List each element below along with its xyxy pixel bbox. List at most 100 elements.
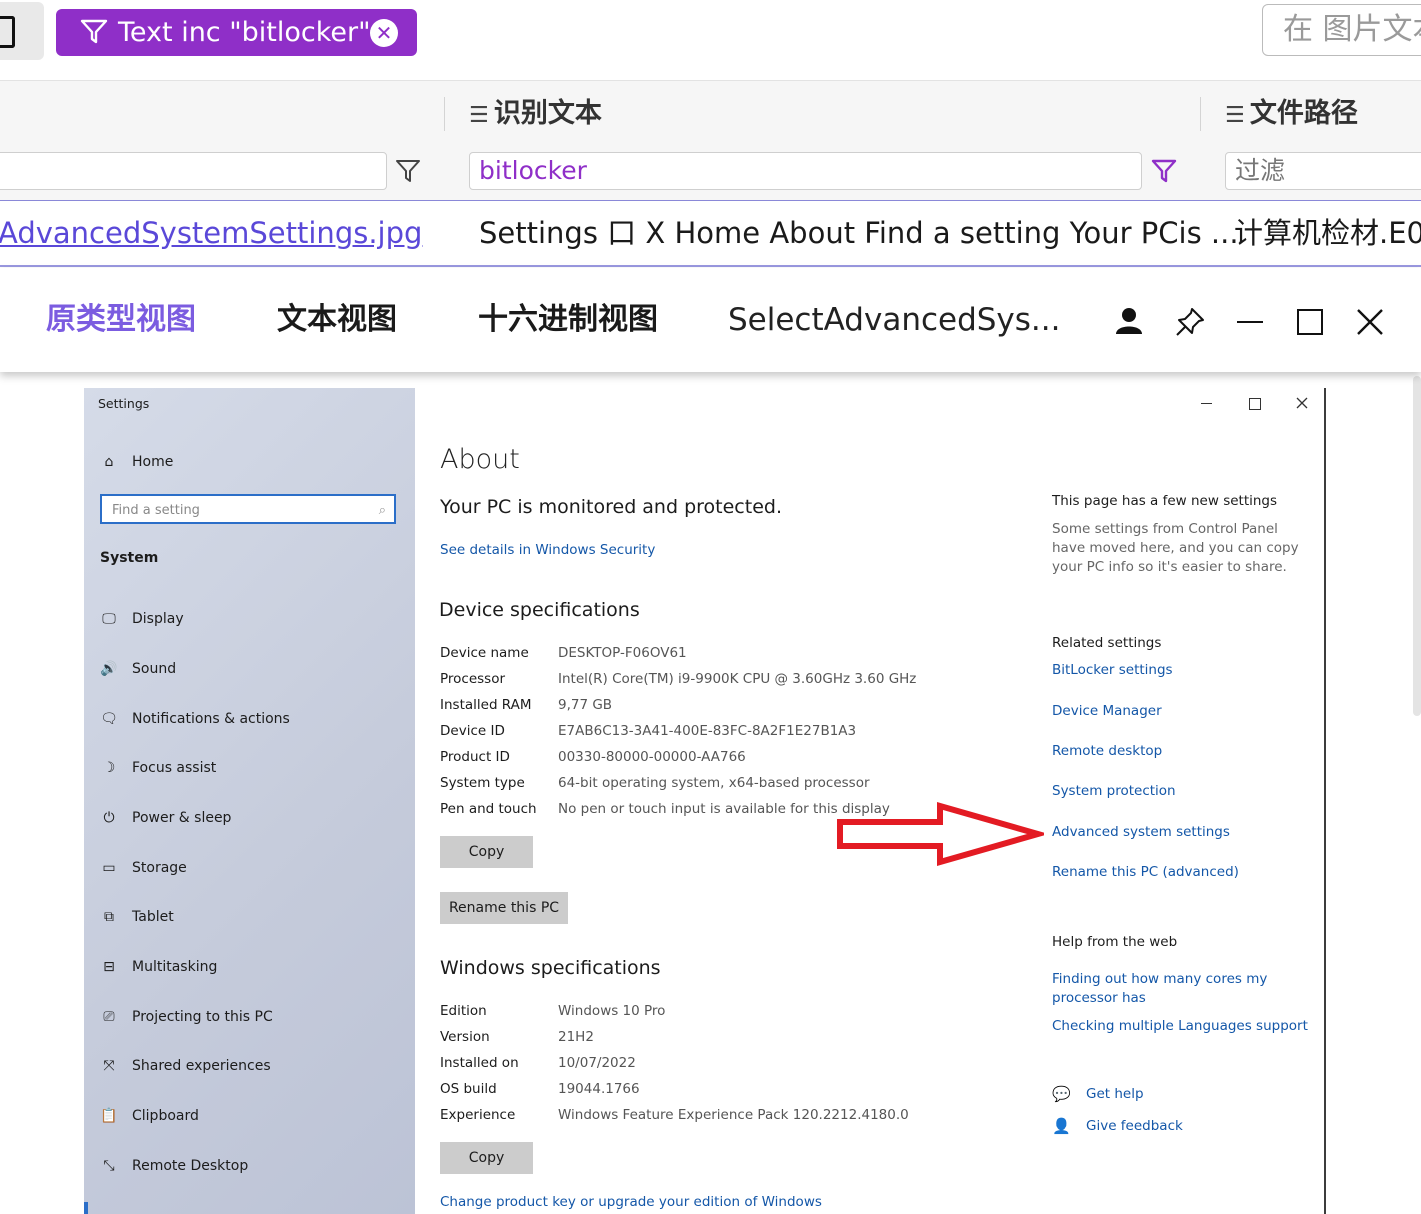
sidebar-item-label: Storage	[132, 860, 187, 876]
window-minimize-icon[interactable]	[1201, 403, 1212, 404]
column-header-recognized-text[interactable]: ☰ 识别文本	[469, 97, 602, 131]
spec-label: Edition	[440, 1003, 487, 1019]
viewer-title: SelectAdvancedSys...	[728, 302, 1061, 338]
sidebar-item-label: Display	[132, 611, 184, 627]
spec-label: Product ID	[440, 749, 510, 765]
panel-icon	[0, 16, 15, 48]
sidebar-item-label: Power & sleep	[132, 810, 232, 826]
column-divider[interactable]	[1200, 97, 1201, 131]
sidebar-item-storage[interactable]: ▭ Storage	[100, 856, 187, 880]
image-text-search-input[interactable]: 在 图片文本	[1262, 4, 1421, 56]
path-filter-input[interactable]: 过滤	[1225, 152, 1421, 190]
maximize-icon[interactable]	[1297, 309, 1323, 335]
sidebar-item-label: Clipboard	[132, 1108, 199, 1124]
rename-pc-button[interactable]: Rename this PC	[440, 892, 568, 924]
column-header-label: 识别文本	[493, 98, 602, 129]
spec-value: 64-bit operating system, x64-based proce…	[558, 775, 870, 791]
cores-help-link[interactable]: Finding out how many cores my	[1052, 971, 1267, 987]
user-icon[interactable]	[1114, 306, 1144, 336]
related-settings-title: Related settings	[1052, 635, 1162, 651]
tab-original-view[interactable]: 原类型视图	[46, 268, 196, 372]
spec-value: DESKTOP-F06OV61	[558, 645, 687, 661]
filter-icon	[80, 19, 108, 44]
see-details-link[interactable]: See details in Windows Security	[440, 542, 655, 558]
filter-icon[interactable]	[395, 158, 421, 184]
viewer-scrollbar[interactable]	[1413, 376, 1421, 716]
clipboard-icon: 📋	[100, 1108, 118, 1124]
file-name-link[interactable]: AdvancedSystemSettings.jpg	[0, 201, 422, 265]
settings-screenshot: Settings ⌂ Home Find a setting ⌕ System 🖵…	[84, 388, 1328, 1214]
advanced-system-settings-link[interactable]: Advanced system settings	[1052, 824, 1230, 840]
spec-label: Installed on	[440, 1055, 519, 1071]
window-maximize-icon[interactable]	[1249, 398, 1261, 410]
languages-help-link[interactable]: Checking multiple Languages support	[1052, 1018, 1308, 1034]
rename-pc-advanced-link[interactable]: Rename this PC (advanced)	[1052, 864, 1239, 880]
help-web-title: Help from the web	[1052, 934, 1178, 950]
protection-status: Your PC is monitored and protected.	[440, 496, 782, 518]
sidebar-item-tablet[interactable]: ⧉ Tablet	[100, 905, 174, 929]
text-filter-input[interactable]: bitlocker	[469, 152, 1142, 190]
remove-filter-icon[interactable]: ✕	[370, 19, 398, 47]
spec-label: Pen and touch	[440, 801, 537, 817]
pin-icon[interactable]	[1174, 306, 1206, 338]
new-settings-title: This page has a few new settings	[1052, 493, 1278, 509]
system-protection-link[interactable]: System protection	[1052, 783, 1176, 799]
new-settings-line: have moved here, and you can copy	[1052, 540, 1299, 556]
give-feedback-link[interactable]: Give feedback	[1086, 1118, 1183, 1134]
get-help-icon: 💬	[1052, 1085, 1071, 1103]
column-divider[interactable]	[444, 97, 445, 131]
sidebar-item-notifications[interactable]: 🗨 Notifications & actions	[100, 707, 290, 731]
list-icon: ☰	[1225, 103, 1245, 128]
sidebar-item-clipboard[interactable]: 📋 Clipboard	[100, 1104, 199, 1128]
remote-desktop-link[interactable]: Remote desktop	[1052, 743, 1162, 759]
cores-help-link-line2[interactable]: processor has	[1052, 990, 1146, 1006]
sidebar-item-remote-desktop[interactable]: ⤡ Remote Desktop	[100, 1154, 248, 1178]
device-manager-link[interactable]: Device Manager	[1052, 703, 1162, 719]
change-product-key-link[interactable]: Change product key or upgrade your editi…	[440, 1194, 822, 1210]
sidebar-item-display[interactable]: 🖵 Display	[100, 607, 184, 631]
storage-icon: ▭	[102, 860, 116, 876]
sidebar-item-label: Tablet	[132, 909, 174, 925]
spec-value: 00330-80000-00000-AA766	[558, 749, 746, 765]
sidebar-item-shared[interactable]: ⤧ Shared experiences	[100, 1054, 270, 1078]
spec-value: 19044.1766	[558, 1081, 640, 1097]
focus-assist-icon: ☽	[102, 760, 116, 776]
viewer-toolbar: 原类型视图 文本视图 十六进制视图 SelectAdvancedSys...	[0, 268, 1421, 372]
sidebar-item-projecting[interactable]: ⎚ Projecting to this PC	[100, 1005, 272, 1029]
column-header-file-path[interactable]: ☰ 文件路径	[1225, 97, 1358, 131]
spec-value: Intel(R) Core(TM) i9-9900K CPU @ 3.60GHz…	[558, 671, 917, 687]
shared-icon: ⤧	[103, 1058, 115, 1074]
get-help-link[interactable]: Get help	[1086, 1086, 1144, 1102]
spec-label: Experience	[440, 1107, 516, 1123]
tab-text-view[interactable]: 文本视图	[277, 268, 397, 372]
window-close-icon[interactable]	[1296, 397, 1308, 409]
active-filter-icon[interactable]	[1151, 158, 1177, 184]
minimize-icon[interactable]	[1237, 321, 1263, 323]
settings-sidebar: Settings ⌂ Home Find a setting ⌕ System 🖵…	[84, 388, 415, 1214]
tab-hex-view[interactable]: 十六进制视图	[478, 268, 658, 372]
filter-bar: Text inc "bitlocker" ✕ 在 图片文本	[0, 0, 1421, 66]
new-settings-line: your PC info so it's easier to share.	[1052, 559, 1287, 575]
spec-label: Processor	[440, 671, 506, 687]
spec-value: Windows 10 Pro	[558, 1003, 666, 1019]
feedback-icon: 👤	[1052, 1117, 1071, 1135]
search-icon: ⌕	[378, 503, 386, 518]
bitlocker-settings-link[interactable]: BitLocker settings	[1052, 662, 1173, 678]
table-row[interactable]: AdvancedSystemSettings.jpg Settings 口 X …	[0, 201, 1421, 267]
spec-value: 10/07/2022	[558, 1055, 636, 1071]
close-icon[interactable]	[1356, 308, 1384, 336]
filter-chip[interactable]: Text inc "bitlocker" ✕	[56, 9, 417, 56]
copy-windows-specs-button[interactable]: Copy	[440, 1142, 533, 1174]
sidebar-item-power[interactable]: ⏻ Power & sleep	[100, 806, 231, 830]
sidebar-item-sound[interactable]: 🔊 Sound	[100, 657, 176, 681]
sidebar-item-home[interactable]: ⌂ Home	[100, 450, 174, 474]
sidebar-item-multitasking[interactable]: ⊟ Multitasking	[100, 955, 217, 979]
spec-label: System type	[440, 775, 525, 791]
sidebar-item-focus-assist[interactable]: ☽ Focus assist	[100, 756, 217, 780]
find-setting-input[interactable]: Find a setting ⌕	[100, 494, 396, 524]
sidebar-item-label: Home	[132, 454, 174, 470]
sidebar-item-label: Sound	[132, 661, 177, 677]
spec-value: Windows Feature Experience Pack 120.2212…	[558, 1107, 909, 1123]
name-filter-input[interactable]	[0, 152, 387, 190]
copy-device-specs-button[interactable]: Copy	[440, 836, 533, 868]
